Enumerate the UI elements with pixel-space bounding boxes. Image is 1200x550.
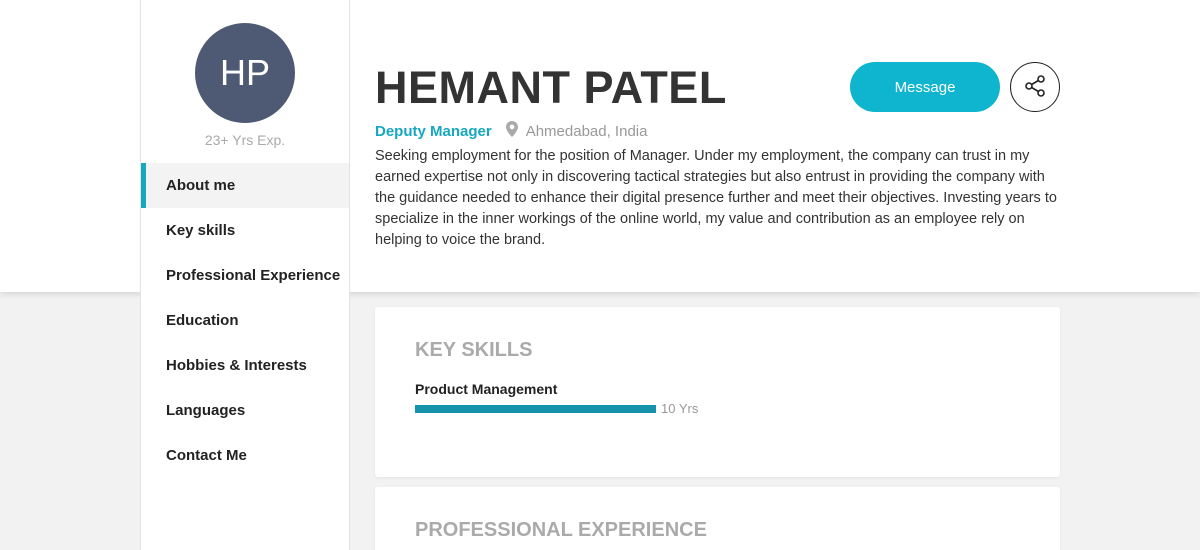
sidebar-item-hobbies-interests[interactable]: Hobbies & Interests [141,343,349,388]
sidebar-item-professional-experience[interactable]: Professional Experience [141,253,349,298]
profile-name: HEMANT PATEL [375,62,727,113]
sidebar-item-education[interactable]: Education [141,298,349,343]
skill-years: 10 Yrs [661,401,699,416]
professional-experience-title: PROFESSIONAL EXPERIENCE [415,519,707,541]
sidebar-item-languages[interactable]: Languages [141,388,349,433]
about-text: Seeking employment for the position of M… [375,148,1057,248]
key-skills-card: KEY SKILLS Product Management 10 Yrs [375,307,1060,477]
message-button[interactable]: Message [850,62,1000,112]
profile-subtitle: Deputy Manager Ahmedabad, India [375,121,647,141]
profile-location: Ahmedabad, India [525,122,648,140]
profile-role: Deputy Manager [375,122,492,140]
location-pin-icon [505,121,518,141]
key-skills-title: KEY SKILLS [415,339,533,361]
professional-experience-card: PROFESSIONAL EXPERIENCE [375,487,1060,550]
sidebar-nav: About me Key skills Professional Experie… [141,163,349,478]
sidebar-item-about-me[interactable]: About me [141,163,349,208]
share-icon [1023,74,1047,101]
sidebar-item-key-skills[interactable]: Key skills [141,208,349,253]
share-button[interactable] [1010,62,1060,112]
skill-name: Product Management [415,381,558,397]
sidebar-item-contact-me[interactable]: Contact Me [141,433,349,478]
avatar-initials: HP [219,52,270,93]
sidebar: HP 23+ Yrs Exp. About me Key skills Prof… [140,0,350,550]
skill-progress-bar [415,405,656,413]
avatar: HP [195,23,295,123]
experience-label: 23+ Yrs Exp. [204,132,286,148]
